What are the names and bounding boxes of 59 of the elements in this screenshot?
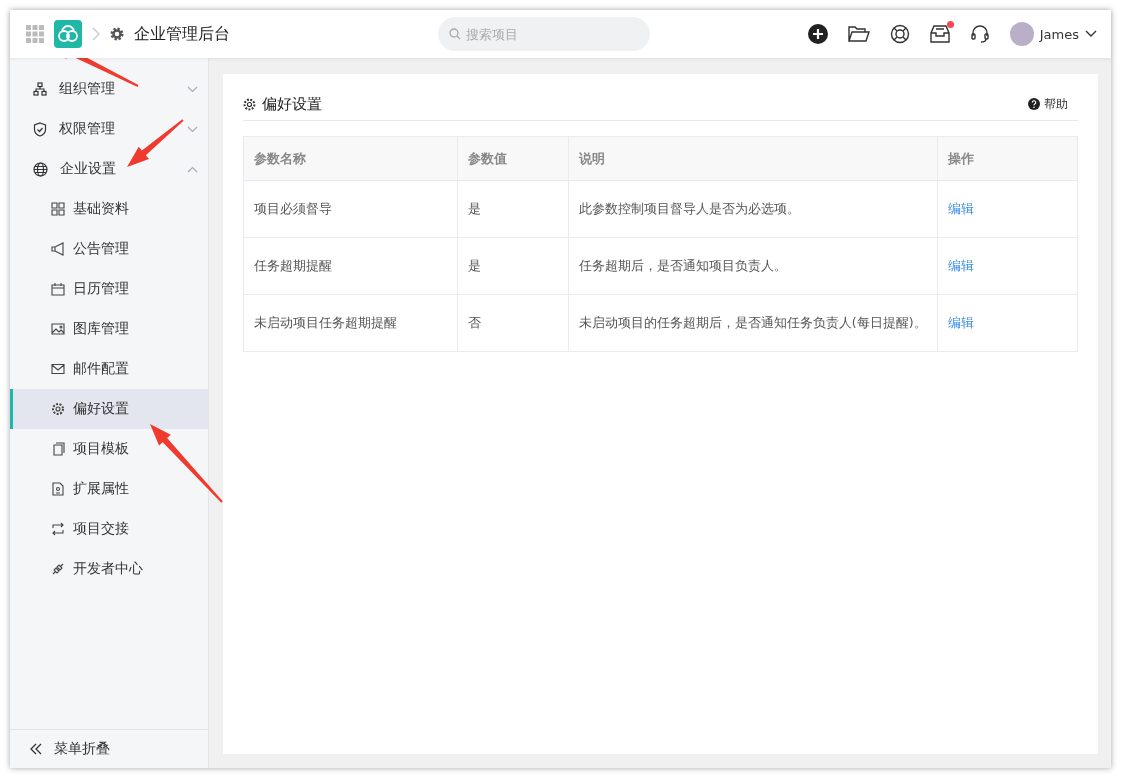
image-icon — [51, 322, 65, 336]
table-cell: 是 — [457, 237, 569, 295]
panel-title: 偏好设置 — [262, 94, 322, 114]
table-cell: 未启动项目的任务超期后，是否通知任务负责人(每日提醒)。 — [568, 294, 938, 352]
table-cell: 任务超期后，是否通知项目负责人。 — [568, 237, 938, 295]
gear-icon — [51, 402, 65, 416]
table-cell: 任务超期提醒 — [243, 237, 458, 295]
submenu-item[interactable]: 项目模板 — [10, 429, 208, 469]
column-header: 参数值 — [457, 136, 569, 181]
column-header: 说明 — [568, 136, 938, 181]
chevron-right-icon — [92, 27, 100, 41]
hierarchy-icon — [33, 82, 47, 96]
megaphone-icon — [51, 242, 65, 256]
copy-icon — [51, 442, 65, 456]
double-chevron-left-icon[interactable] — [30, 743, 42, 755]
menu-item[interactable]: 权限管理 — [10, 109, 208, 149]
question-icon — [1028, 98, 1040, 110]
plug-icon — [51, 562, 65, 576]
envelope-icon — [51, 362, 65, 376]
edit-link[interactable]: 编辑 — [947, 257, 974, 273]
submenu-item[interactable]: 基础资料 — [10, 189, 208, 229]
column-header: 参数名称 — [243, 136, 458, 181]
shield-check-icon — [33, 121, 47, 137]
user-name[interactable]: James — [1039, 26, 1079, 42]
help-button[interactable]: 帮助 — [1028, 95, 1078, 113]
column-header: 操作 — [937, 136, 1078, 181]
menu-item[interactable]: 企业设置 — [10, 149, 208, 189]
submenu-item[interactable]: 开发者中心 — [10, 549, 208, 589]
search-field[interactable]: 搜索项目 — [438, 17, 650, 51]
gear-icon — [243, 97, 256, 111]
table-cell: 项目必须督导 — [243, 180, 458, 238]
table-cell: 未启动项目任务超期提醒 — [243, 294, 458, 352]
edit-link[interactable]: 编辑 — [947, 200, 974, 216]
submenu-item[interactable]: 邮件配置 — [10, 349, 208, 389]
submenu-item[interactable]: 日历管理 — [10, 269, 208, 309]
document-icon — [51, 482, 65, 496]
chevron-down-icon[interactable] — [1085, 30, 1097, 38]
submenu-item[interactable]: 图库管理 — [10, 309, 208, 349]
submenu-item[interactable]: 项目交接 — [10, 509, 208, 549]
headset-icon[interactable] — [969, 24, 990, 44]
folder-icon[interactable] — [847, 25, 870, 43]
add-icon[interactable] — [807, 24, 828, 44]
swap-icon — [51, 522, 65, 536]
submenu-item[interactable]: 扩展属性 — [10, 469, 208, 509]
collapse-menu-label[interactable]: 菜单折叠 — [54, 740, 110, 758]
submenu-item[interactable]: 偏好设置 — [10, 389, 208, 429]
calendar-icon — [51, 282, 65, 296]
table-cell: 否 — [457, 294, 569, 352]
submenu-item[interactable]: 公告管理 — [10, 229, 208, 269]
annotation-arrow — [127, 119, 184, 167]
globe-icon — [33, 161, 48, 177]
grid-icon — [51, 202, 65, 216]
app-title: 企业管理后台 — [134, 23, 230, 45]
table-cell: 是 — [457, 180, 569, 238]
menu-item[interactable]: 组织管理 — [10, 69, 208, 109]
edit-link[interactable]: 编辑 — [947, 314, 974, 330]
gear-icon — [110, 27, 124, 41]
lifebuoy-icon[interactable] — [889, 24, 910, 44]
table-cell: 此参数控制项目督导人是否为必选项。 — [568, 180, 938, 238]
